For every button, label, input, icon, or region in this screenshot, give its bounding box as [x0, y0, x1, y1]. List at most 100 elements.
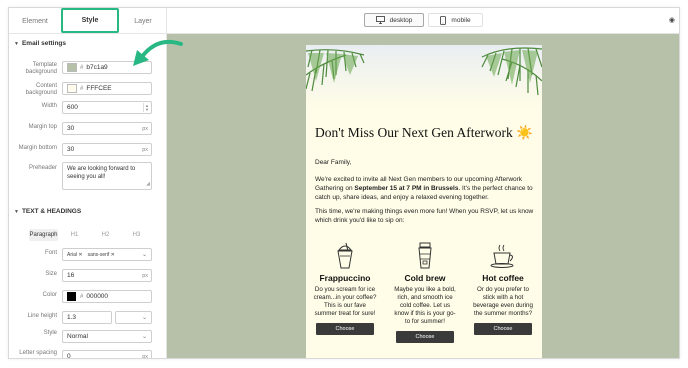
- email-editor: Element Style Layer ▼ Email settings Tem…: [8, 7, 680, 359]
- tab-style[interactable]: Style: [61, 8, 119, 33]
- email-headline: Don't Miss Our Next Gen Afterwork ☀️: [315, 125, 533, 140]
- template-background-value: b7c1a9: [86, 64, 108, 71]
- annotation-arrow-icon: [133, 39, 183, 66]
- color-value: 000000: [86, 293, 109, 300]
- line-height-input[interactable]: 1.3: [62, 311, 112, 324]
- cold-brew-icon: [418, 242, 432, 269]
- font-chip[interactable]: Arial ✕: [67, 252, 83, 258]
- hash-symbol: #: [80, 64, 84, 71]
- drink-name: Cold brew: [404, 273, 446, 283]
- template-background-swatch[interactable]: [67, 63, 77, 72]
- drink-option: Cold brew Maybe you like a bold, rich, a…: [392, 241, 458, 343]
- text-style-tabs: Paragraph H1 H2 H3: [29, 229, 151, 241]
- letter-spacing-value: 0: [67, 353, 71, 359]
- width-label: Width: [41, 103, 57, 109]
- letter-spacing-input[interactable]: 0 px: [62, 350, 152, 359]
- drink-description: Do you scream for ice cream...in your co…: [313, 286, 377, 317]
- preheader-textarea[interactable]: We are looking forward to seeing you all…: [62, 162, 152, 190]
- font-chip[interactable]: sans-serif ✕: [88, 252, 115, 258]
- size-value: 16: [67, 272, 75, 279]
- chevron-down-icon[interactable]: ⌄: [142, 251, 147, 258]
- tab-layer[interactable]: Layer: [119, 8, 167, 34]
- tab-paragraph[interactable]: Paragraph: [29, 229, 58, 241]
- chevron-down-icon[interactable]: ⌄: [142, 314, 147, 321]
- choose-button[interactable]: Choose: [474, 323, 532, 335]
- collapse-triangle-icon: ▼: [14, 208, 19, 215]
- email-paragraph-2: This time, we're making things even more…: [315, 208, 534, 224]
- desktop-view-button[interactable]: desktop: [364, 13, 424, 27]
- margin-bottom-unit: px: [142, 146, 148, 153]
- drink-description: Or do you prefer to stick with a hot bev…: [473, 286, 533, 317]
- resize-grip-icon[interactable]: ◢: [146, 180, 150, 188]
- preheader-value: We are looking forward to seeing you all…: [67, 166, 136, 180]
- text-headings-header[interactable]: ▼ TEXT & HEADINGS: [14, 208, 81, 215]
- email-content[interactable]: Don't Miss Our Next Gen Afterwork ☀️ Dea…: [306, 45, 542, 358]
- mobile-view-button[interactable]: mobile: [428, 13, 483, 27]
- email-settings-header[interactable]: ▼ Email settings: [14, 40, 66, 47]
- style-select[interactable]: Normal ⌄: [62, 330, 152, 343]
- palm-leaves-image: [306, 45, 542, 107]
- choose-button[interactable]: Choose: [316, 323, 374, 335]
- eye-icon[interactable]: ◉: [669, 16, 675, 24]
- content-background-value: FFFCEE: [86, 85, 112, 92]
- preview-toolbar: desktop mobile ◉: [167, 8, 679, 34]
- hash-symbol: #: [80, 293, 84, 300]
- line-height-value: 1.3: [67, 314, 77, 321]
- email-greeting: Dear Family,: [315, 159, 352, 166]
- content-background-label: Content background: [25, 83, 57, 96]
- panel-tabs: Element Style Layer: [9, 8, 167, 34]
- letter-spacing-unit: px: [142, 353, 148, 359]
- tab-h2[interactable]: H2: [91, 229, 120, 241]
- tab-h1[interactable]: H1: [60, 229, 89, 241]
- width-value: 600: [67, 104, 78, 111]
- color-swatch[interactable]: [67, 292, 76, 301]
- margin-bottom-input[interactable]: 30 px: [62, 143, 152, 156]
- margin-bottom-value: 30: [67, 146, 75, 153]
- tab-element[interactable]: Element: [9, 8, 61, 34]
- desktop-label: desktop: [389, 16, 413, 24]
- color-field[interactable]: # 000000: [62, 290, 152, 303]
- line-height-unit-select[interactable]: ⌄: [115, 311, 152, 324]
- text-headings-title: TEXT & HEADINGS: [21, 208, 82, 215]
- template-background-label: Template background: [25, 62, 57, 75]
- frappuccino-icon: [337, 242, 353, 269]
- email-settings-title: Email settings: [21, 40, 67, 47]
- size-input[interactable]: 16 px: [62, 269, 152, 282]
- hot-coffee-icon: [490, 244, 514, 268]
- margin-top-value: 30: [67, 125, 75, 132]
- phone-icon: [440, 15, 447, 25]
- content-background-field[interactable]: # FFFCEE: [62, 82, 152, 95]
- letter-spacing-label: Letter spacing: [19, 350, 57, 356]
- margin-top-input[interactable]: 30 px: [62, 122, 152, 135]
- width-stepper-icon[interactable]: ▲ ▼: [143, 103, 150, 112]
- font-label: Font: [44, 250, 57, 256]
- chevron-down-icon[interactable]: ⌄: [142, 333, 147, 340]
- monitor-icon: [375, 16, 385, 24]
- drink-option: Frappuccino Do you scream for ice cream.…: [312, 241, 378, 335]
- drink-name: Hot coffee: [482, 273, 524, 283]
- font-select[interactable]: Arial ✕ sans-serif ✕ ⌄: [62, 248, 152, 261]
- tab-h3[interactable]: H3: [122, 229, 151, 241]
- drink-option: Hot coffee Or do you prefer to stick wit…: [470, 241, 536, 335]
- hash-symbol: #: [80, 85, 84, 92]
- email-paragraph-1: We're excited to invite all Next Gen mem…: [315, 176, 533, 201]
- width-input[interactable]: 600 ▲ ▼: [62, 101, 152, 114]
- margin-top-unit: px: [142, 125, 148, 132]
- line-height-label: Line height: [27, 313, 57, 319]
- drink-description: Maybe you like a bold, rich, and smooth …: [394, 286, 456, 325]
- margin-top-label: Margin top: [28, 124, 57, 130]
- choose-button[interactable]: Choose: [396, 331, 454, 343]
- collapse-triangle-icon: ▼: [14, 40, 19, 47]
- color-label: Color: [42, 292, 57, 298]
- size-unit: px: [142, 272, 148, 279]
- mobile-label: mobile: [451, 16, 471, 24]
- preheader-label: Preheader: [28, 165, 57, 171]
- style-value: Normal: [67, 333, 88, 340]
- margin-bottom-label: Margin bottom: [18, 145, 57, 151]
- style-label: Style: [43, 330, 57, 336]
- drink-name: Frappuccino: [319, 273, 371, 283]
- size-label: Size: [45, 271, 57, 277]
- email-preview-canvas: Don't Miss Our Next Gen Afterwork ☀️ Dea…: [167, 34, 679, 358]
- event-date-bold: September 15 at 7 PM in Brussels: [354, 185, 459, 192]
- content-background-swatch[interactable]: [67, 84, 77, 93]
